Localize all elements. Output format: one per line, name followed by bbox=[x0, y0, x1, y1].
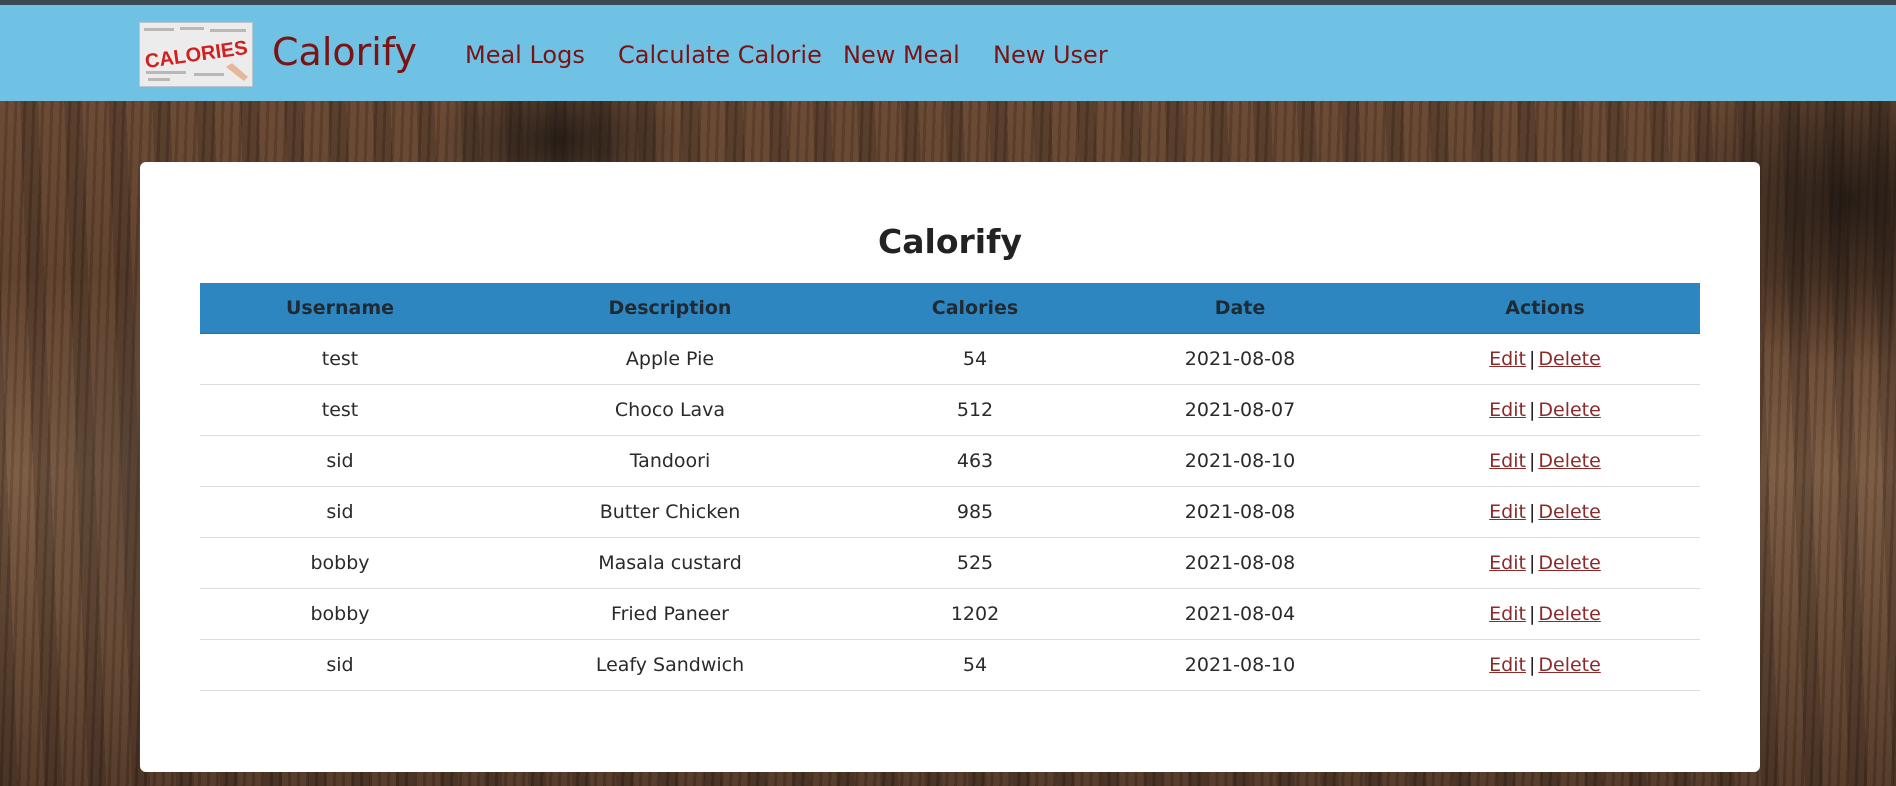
table-row: bobby Masala custard 525 2021-08-08 Edit… bbox=[200, 537, 1700, 589]
column-header-username: Username bbox=[200, 283, 480, 334]
column-header-actions: Actions bbox=[1390, 283, 1700, 334]
table-row: sid Butter Chicken 985 2021-08-08 Edit | D… bbox=[200, 486, 1700, 538]
table-row: test Choco Lava 512 2021-08-07 Edit | Dele… bbox=[200, 384, 1700, 436]
action-separator: | bbox=[1528, 603, 1536, 625]
table-row: bobby Fried Paneer 1202 2021-08-04 Edit |… bbox=[200, 588, 1700, 640]
cell-description: Apple Pie bbox=[480, 333, 860, 385]
cell-actions: Edit | Delete bbox=[1390, 486, 1700, 538]
brand-title[interactable]: Calorify bbox=[272, 29, 417, 75]
cell-description: Choco Lava bbox=[480, 384, 860, 436]
cell-calories: 512 bbox=[860, 384, 1090, 436]
table-row: sid Tandoori 463 2021-08-10 Edit | Delete bbox=[200, 435, 1700, 487]
cell-username: bobby bbox=[200, 537, 480, 589]
cell-actions: Edit | Delete bbox=[1390, 435, 1700, 487]
cell-description: Butter Chicken bbox=[480, 486, 860, 538]
edit-link[interactable]: Edit bbox=[1489, 603, 1526, 625]
table-header-row: Username Description Calories Date Actio… bbox=[200, 283, 1700, 334]
table-row: sid Leafy Sandwich 54 2021-08-10 Edit | De… bbox=[200, 639, 1700, 691]
edit-link[interactable]: Edit bbox=[1489, 348, 1526, 370]
cell-actions: Edit | Delete bbox=[1390, 384, 1700, 436]
action-separator: | bbox=[1528, 552, 1536, 574]
column-header-date: Date bbox=[1090, 283, 1390, 334]
cell-description: Fried Paneer bbox=[480, 588, 860, 640]
cell-calories: 985 bbox=[860, 486, 1090, 538]
cell-calories: 54 bbox=[860, 333, 1090, 385]
cell-date: 2021-08-08 bbox=[1090, 537, 1390, 589]
delete-link[interactable]: Delete bbox=[1538, 552, 1600, 574]
nav-new-user[interactable]: New User bbox=[993, 40, 1108, 70]
table-row: test Apple Pie 54 2021-08-08 Edit | Delete bbox=[200, 333, 1700, 385]
cell-date: 2021-08-07 bbox=[1090, 384, 1390, 436]
action-separator: | bbox=[1528, 450, 1536, 472]
cell-calories: 463 bbox=[860, 435, 1090, 487]
column-header-description: Description bbox=[480, 283, 860, 334]
cell-username: sid bbox=[200, 486, 480, 538]
nav-meal-logs[interactable]: Meal Logs bbox=[465, 40, 585, 70]
edit-link[interactable]: Edit bbox=[1489, 654, 1526, 676]
cell-username: sid bbox=[200, 435, 480, 487]
edit-link[interactable]: Edit bbox=[1489, 450, 1526, 472]
cell-description: Masala custard bbox=[480, 537, 860, 589]
cell-actions: Edit | Delete bbox=[1390, 588, 1700, 640]
delete-link[interactable]: Delete bbox=[1538, 501, 1600, 523]
cell-calories: 1202 bbox=[860, 588, 1090, 640]
action-separator: | bbox=[1528, 399, 1536, 421]
page-title: Calorify bbox=[878, 222, 1022, 261]
meal-logs-card: Calorify Username Description Calories D… bbox=[140, 162, 1760, 772]
cell-description: Tandoori bbox=[480, 435, 860, 487]
cell-username: test bbox=[200, 333, 480, 385]
calories-logo-image[interactable]: CALORIES bbox=[139, 22, 253, 87]
edit-link[interactable]: Edit bbox=[1489, 501, 1526, 523]
delete-link[interactable]: Delete bbox=[1538, 399, 1600, 421]
action-separator: | bbox=[1528, 501, 1536, 523]
cell-date: 2021-08-04 bbox=[1090, 588, 1390, 640]
cell-username: test bbox=[200, 384, 480, 436]
nav-calculate-calorie[interactable]: Calculate Calorie bbox=[618, 40, 822, 70]
action-separator: | bbox=[1528, 654, 1536, 676]
edit-link[interactable]: Edit bbox=[1489, 552, 1526, 574]
delete-link[interactable]: Delete bbox=[1538, 450, 1600, 472]
nav-new-meal[interactable]: New Meal bbox=[843, 40, 960, 70]
cell-date: 2021-08-10 bbox=[1090, 639, 1390, 691]
meal-logs-table: Username Description Calories Date Actio… bbox=[200, 283, 1700, 691]
cell-date: 2021-08-08 bbox=[1090, 333, 1390, 385]
cell-calories: 54 bbox=[860, 639, 1090, 691]
delete-link[interactable]: Delete bbox=[1538, 654, 1600, 676]
column-header-calories: Calories bbox=[860, 283, 1090, 334]
cell-actions: Edit | Delete bbox=[1390, 537, 1700, 589]
delete-link[interactable]: Delete bbox=[1538, 603, 1600, 625]
navbar: CALORIES Calorify Meal Logs Calculate Ca… bbox=[0, 5, 1896, 101]
cell-username: bobby bbox=[200, 588, 480, 640]
cell-actions: Edit | Delete bbox=[1390, 639, 1700, 691]
edit-link[interactable]: Edit bbox=[1489, 399, 1526, 421]
cell-calories: 525 bbox=[860, 537, 1090, 589]
cell-description: Leafy Sandwich bbox=[480, 639, 860, 691]
action-separator: | bbox=[1528, 348, 1536, 370]
cell-username: sid bbox=[200, 639, 480, 691]
delete-link[interactable]: Delete bbox=[1538, 348, 1600, 370]
cell-date: 2021-08-08 bbox=[1090, 486, 1390, 538]
cell-actions: Edit | Delete bbox=[1390, 333, 1700, 385]
cell-date: 2021-08-10 bbox=[1090, 435, 1390, 487]
